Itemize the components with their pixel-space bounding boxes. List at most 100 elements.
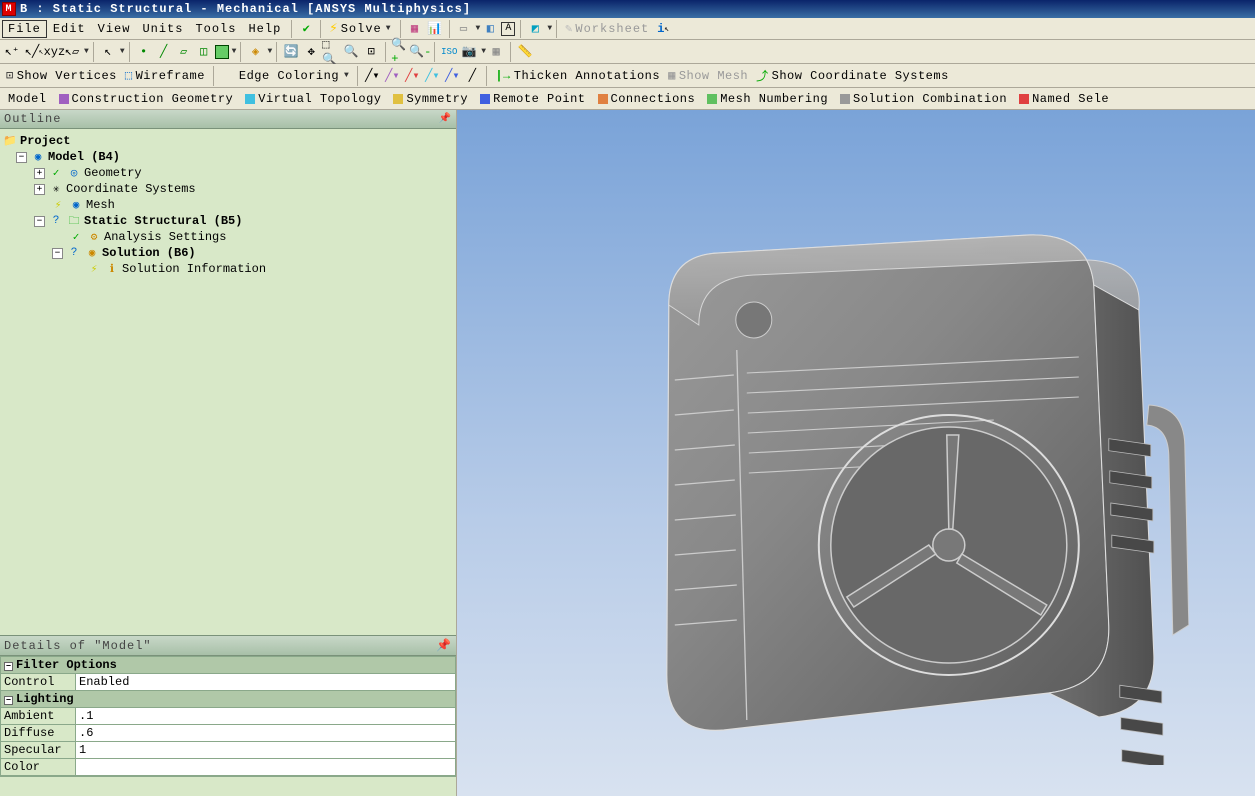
tab-remote-point[interactable]: Remote Point	[474, 90, 591, 108]
xyz-select-icon[interactable]: ↖xyz	[43, 43, 61, 61]
zoom-in-icon[interactable]: 🔍+	[391, 43, 409, 61]
rotate-icon[interactable]: 🔄	[282, 43, 300, 61]
point-filter-icon[interactable]: •	[135, 43, 153, 61]
edge-black-icon[interactable]: ╱▾	[363, 67, 381, 85]
tree-solution-information[interactable]: ⚡ ℹ Solution Information	[2, 261, 454, 277]
extend-select-icon[interactable]: ◈	[246, 43, 264, 61]
refresh-icon[interactable]: ✔	[297, 20, 315, 38]
pan-icon[interactable]: ✥	[302, 43, 320, 61]
pin-icon[interactable]: 📌	[439, 113, 452, 125]
dropdown-arrow-icon[interactable]: ▼	[386, 24, 392, 33]
details-val-diffuse[interactable]: .6	[76, 725, 456, 742]
dropdown-arrow-icon[interactable]: ▼	[481, 47, 486, 56]
menu-units[interactable]: Units	[136, 20, 189, 38]
tree-static-structural[interactable]: − ? 🗀 Static Structural (B5)	[2, 213, 454, 229]
single-select-icon[interactable]: ↖	[99, 43, 117, 61]
dropdown-arrow-icon[interactable]: ▼	[84, 47, 89, 56]
tree-geometry[interactable]: + ✓ ◎ Geometry	[2, 165, 454, 181]
title-bar: M B : Static Structural - Mechanical [AN…	[0, 0, 1255, 18]
tab-connections[interactable]: Connections	[592, 90, 702, 108]
details-row-diffuse[interactable]: Diffuse.6	[1, 725, 456, 742]
graphics-viewport[interactable]	[457, 110, 1255, 796]
details-val-ambient[interactable]: .1	[76, 708, 456, 725]
dropdown-arrow-icon[interactable]: ▼	[232, 47, 237, 56]
tab-virtual-label: Virtual Topology	[258, 92, 381, 106]
details-category-lighting[interactable]: −Lighting	[1, 691, 456, 708]
dropdown-arrow-icon[interactable]: ▼	[476, 24, 481, 33]
tab-symmetry[interactable]: Symmetry	[387, 90, 474, 108]
collapse-icon[interactable]: −	[34, 216, 45, 227]
wireframe-button[interactable]: ⬚Wireframe	[121, 66, 209, 85]
tab-construction-geometry[interactable]: Construction Geometry	[53, 90, 240, 108]
tab-solution-combination[interactable]: Solution Combination	[834, 90, 1013, 108]
expand-icon[interactable]: +	[34, 184, 45, 195]
face-select-icon[interactable]: ↖▱	[63, 43, 81, 61]
collapse-icon[interactable]: −	[52, 248, 63, 259]
vertex-select-icon[interactable]: ↖⁺	[3, 43, 21, 61]
box-select-icon[interactable]	[215, 45, 229, 59]
tab-virtual-topology[interactable]: Virtual Topology	[239, 90, 387, 108]
body-filter-icon[interactable]: ◫	[195, 43, 213, 61]
annotation-icon[interactable]: A	[501, 22, 515, 36]
tree-analysis-settings[interactable]: ✓ ⚙ Analysis Settings	[2, 229, 454, 245]
ruler-icon[interactable]: 📏	[516, 43, 534, 61]
dropdown-arrow-icon[interactable]: ▼	[344, 71, 349, 80]
view-front-icon[interactable]: 📷	[460, 43, 478, 61]
edge-filter-icon[interactable]: ╱	[155, 43, 173, 61]
outline-tree[interactable]: 📁 Project − ◉ Model (B4) + ✓ ◎ Geometry …	[0, 129, 456, 635]
edge-blue-icon[interactable]: ╱▾	[443, 67, 461, 85]
tree-coordinate-systems[interactable]: + ✳ Coordinate Systems	[2, 181, 454, 197]
slice-icon[interactable]: ◩	[526, 20, 544, 38]
details-row-ambient[interactable]: Ambient.1	[1, 708, 456, 725]
face-filter-icon[interactable]: ▱	[175, 43, 193, 61]
menu-view[interactable]: View	[92, 20, 137, 38]
edge-cyan-icon[interactable]: ╱▾	[423, 67, 441, 85]
tab-mesh-numbering[interactable]: Mesh Numbering	[701, 90, 834, 108]
view-manage-icon[interactable]: ▦	[487, 43, 505, 61]
details-val-color[interactable]	[76, 759, 456, 776]
menu-edit[interactable]: Edit	[47, 20, 92, 38]
details-category-filter[interactable]: −Filter Options	[1, 657, 456, 674]
collapse-icon[interactable]: −	[4, 662, 13, 671]
collapse-icon[interactable]: −	[16, 152, 27, 163]
toggle-grid-icon[interactable]: ▦	[406, 20, 424, 38]
tree-model[interactable]: − ◉ Model (B4)	[2, 149, 454, 165]
edge-coloring-button[interactable]: Edge Coloring▼	[218, 67, 353, 85]
tree-project[interactable]: 📁 Project	[2, 133, 454, 149]
dropdown-arrow-icon[interactable]: ▼	[547, 24, 552, 33]
details-val-control[interactable]: Enabled	[76, 674, 456, 691]
tree-solution[interactable]: − ? ◉ Solution (B6)	[2, 245, 454, 261]
zoom-out-icon[interactable]: 🔍-	[411, 43, 429, 61]
look-at-icon[interactable]: ISO	[440, 43, 458, 61]
show-mesh-button[interactable]: ▦Show Mesh	[664, 66, 752, 85]
zoom-icon[interactable]: 🔍	[342, 43, 360, 61]
worksheet-button[interactable]: ✎Worksheet	[561, 19, 653, 38]
image-icon[interactable]: ▭	[455, 20, 473, 38]
dropdown-arrow-icon[interactable]: ▼	[267, 47, 272, 56]
show-vertices-button[interactable]: ⊡Show Vertices	[2, 66, 121, 85]
tab-model[interactable]: Model	[2, 90, 53, 108]
chart-icon[interactable]: 📊	[426, 20, 444, 38]
tab-named-selections[interactable]: Named Sele	[1013, 90, 1115, 108]
dropdown-arrow-icon[interactable]: ▼	[120, 47, 125, 56]
edge-red-icon[interactable]: ╱▾	[403, 67, 421, 85]
zoom-box-icon[interactable]: ⬚🔍	[322, 43, 340, 61]
menu-file[interactable]: File	[2, 20, 47, 38]
menu-help[interactable]: Help	[242, 20, 287, 38]
show-cs-button[interactable]: ⤴Show Coordinate Systems	[752, 65, 953, 86]
edge-thick-icon[interactable]: ╱	[463, 67, 481, 85]
edge-purple-icon[interactable]: ╱▾	[383, 67, 401, 85]
menu-tools[interactable]: Tools	[189, 20, 242, 38]
fit-icon[interactable]: ⊡	[362, 43, 380, 61]
details-row-color[interactable]: Color	[1, 759, 456, 776]
collapse-icon[interactable]: −	[4, 696, 13, 705]
pin-icon[interactable]: 📌	[436, 638, 452, 653]
info-icon[interactable]: i↖	[654, 20, 672, 38]
details-row-specular[interactable]: Specular1	[1, 742, 456, 759]
comment-icon[interactable]: ◧	[481, 20, 499, 38]
thicken-annotations-button[interactable]: |→Thicken Annotations	[491, 67, 664, 85]
expand-icon[interactable]: +	[34, 168, 45, 179]
separator	[129, 42, 130, 62]
details-row-control[interactable]: ControlEnabled	[1, 674, 456, 691]
details-val-specular[interactable]: 1	[76, 742, 456, 759]
